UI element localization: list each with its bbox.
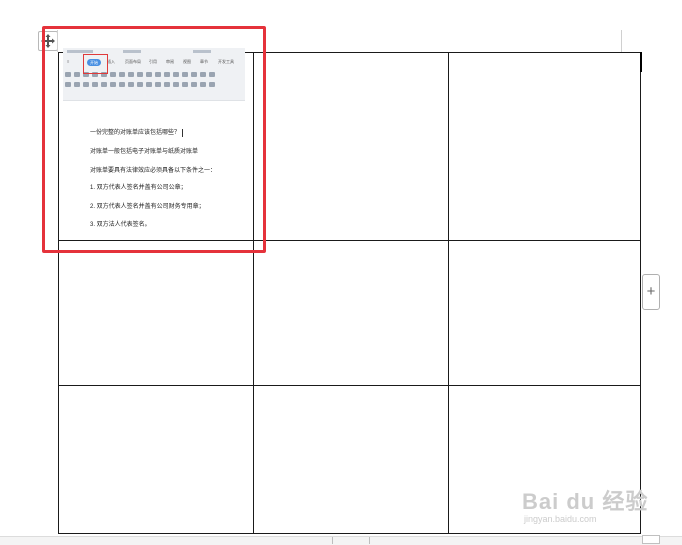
scrollbar-thumb[interactable] (332, 537, 370, 544)
table-cell-r1c3[interactable] (448, 52, 641, 241)
watermark-logo-text: Bai du 经验 (522, 489, 649, 514)
table-resize-handle-icon[interactable] (642, 535, 660, 544)
table-cell-r3c2[interactable] (253, 385, 449, 534)
table-cell-r1c2[interactable] (253, 52, 449, 241)
table-cell-r2c2[interactable] (253, 240, 449, 386)
baidu-watermark: Bai du 经验 jingyan.baidu.com (522, 484, 652, 528)
text-cursor (640, 52, 642, 72)
add-column-button[interactable]: + (642, 274, 660, 310)
margin-marker-right (621, 30, 622, 52)
watermark-url: jingyan.baidu.com (524, 514, 597, 524)
table-cell-r3c1[interactable] (58, 385, 254, 534)
table-cell-r2c1[interactable] (58, 240, 254, 386)
annotation-frame (42, 26, 266, 253)
table-cell-r2c3[interactable] (448, 240, 641, 386)
